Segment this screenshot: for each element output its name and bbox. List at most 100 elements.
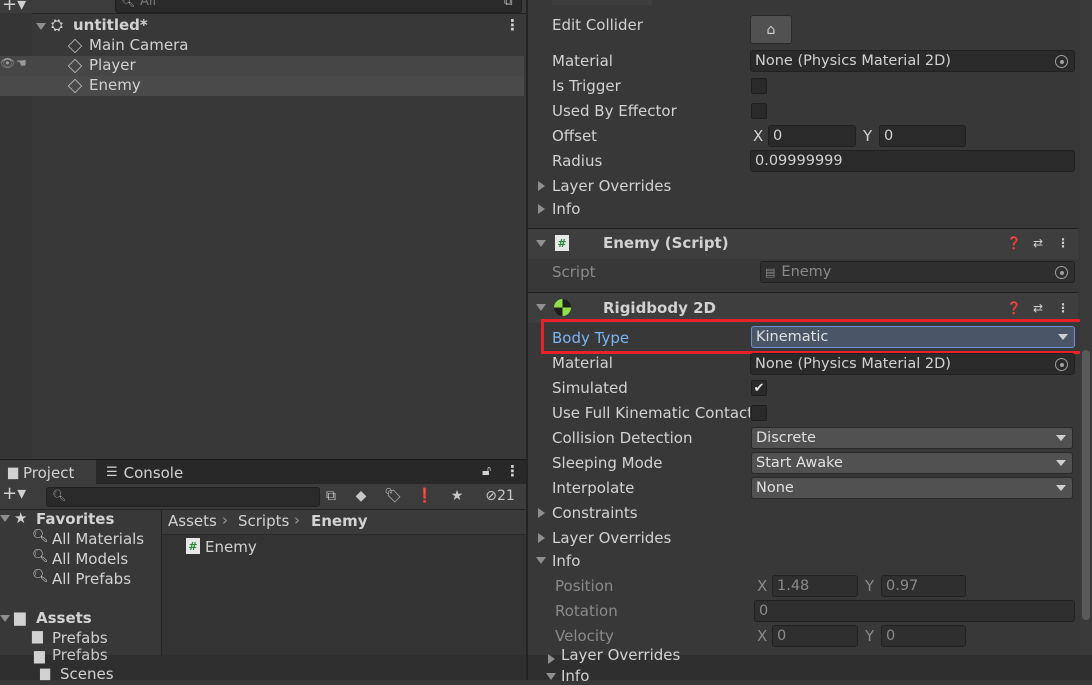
script-file-icon: ▤ xyxy=(765,265,776,279)
breadcrumb-enemy[interactable]: Enemy xyxy=(311,512,368,530)
search-icon: 🔍︎ xyxy=(121,0,135,8)
tab-menu-icon[interactable]: ⋮ xyxy=(505,462,520,480)
hidden-packages-toggle[interactable]: ⊘ 21 xyxy=(480,486,520,506)
fold-icon[interactable] xyxy=(536,304,546,311)
project-tabbar: ▆ Project ☰ Console 🔓︎ ⋮ xyxy=(0,459,526,485)
hierarchy-item-player[interactable]: 👁︎ ☚ Player xyxy=(0,56,524,76)
info-fold-icon[interactable] xyxy=(536,557,546,564)
used-by-effector-checkbox[interactable] xyxy=(751,103,767,119)
velocity-y-field: 0 xyxy=(881,625,966,647)
edit-collider-icon: ⌂ xyxy=(766,21,776,38)
fold-icon xyxy=(546,673,556,680)
component-title: Enemy (Script) xyxy=(603,234,729,252)
position-x-label: X xyxy=(757,577,768,595)
csharp-script-icon: # xyxy=(555,235,569,251)
scene-row[interactable]: ⛭ untitled* ⋮ xyxy=(0,16,524,36)
use-full-kinematic-checkbox[interactable] xyxy=(751,405,767,421)
overflow-prefabs[interactable]: Prefabs xyxy=(52,646,108,664)
constraints-fold-icon[interactable] xyxy=(538,508,545,518)
folder-icon: ▆ xyxy=(8,465,18,480)
script-value: Enemy xyxy=(781,264,832,280)
use-full-kinematic-label: Use Full Kinematic Contacts xyxy=(552,404,750,422)
search-window-icon[interactable]: ⧉ xyxy=(504,0,513,9)
script-label: Script xyxy=(552,263,596,281)
overflow-scenes[interactable]: Scenes xyxy=(60,665,114,683)
breadcrumb: Assets › Scripts › Enemy xyxy=(162,510,526,535)
project-search-input[interactable]: 🔍︎ xyxy=(46,487,320,507)
preset-icon[interactable]: ⇄ xyxy=(1030,300,1046,316)
help-icon[interactable]: ❓ xyxy=(1006,235,1022,251)
breadcrumb-assets[interactable]: Assets xyxy=(168,512,217,530)
sleeping-mode-dropdown[interactable]: Start Awake xyxy=(751,452,1073,474)
constraints-label[interactable]: Constraints xyxy=(552,504,638,522)
fold-icon[interactable] xyxy=(536,240,546,247)
info-fold-icon[interactable] xyxy=(538,204,545,214)
velocity-x-value: 0 xyxy=(777,628,787,644)
create-asset-icon[interactable]: +▾ xyxy=(2,483,26,504)
rigidbody-icon xyxy=(554,299,571,316)
search-window-icon[interactable]: ⧉ xyxy=(320,486,342,506)
simulated-checkbox[interactable]: ✔ xyxy=(751,380,767,396)
layer-overrides-label[interactable]: Layer Overrides xyxy=(552,177,671,195)
overflow-info: Info xyxy=(561,667,590,685)
enemy-script-header[interactable]: # Enemy (Script) ❓ ⇄ ⋮ xyxy=(528,228,1078,259)
object-picker-icon[interactable] xyxy=(1055,55,1068,68)
hierarchy-search[interactable]: 🔍︎ All ⧉ xyxy=(115,0,522,13)
hierarchy-item-enemy[interactable]: Enemy xyxy=(0,76,524,96)
layer-overrides-fold-icon[interactable] xyxy=(538,181,545,191)
favorites-fold-icon[interactable] xyxy=(0,515,10,522)
breadcrumb-scripts[interactable]: Scripts xyxy=(238,512,289,530)
favorite-all-prefabs[interactable]: All Prefabs xyxy=(52,570,131,588)
folder-prefabs[interactable]: Prefabs xyxy=(52,629,108,647)
scene-menu-icon[interactable]: ⋮ xyxy=(505,16,520,34)
offset-x-label: X xyxy=(753,127,764,145)
is-trigger-checkbox[interactable] xyxy=(751,78,767,94)
log-icon[interactable]: ❗ xyxy=(414,486,436,506)
offset-x-value: 0 xyxy=(773,128,783,144)
offset-x-field[interactable]: 0 xyxy=(768,125,856,147)
component-menu-icon[interactable]: ⋮ xyxy=(1055,300,1071,316)
radius-field[interactable]: 0.09999999 xyxy=(750,150,1075,172)
velocity-label: Velocity xyxy=(555,627,614,645)
filter-by-label-icon[interactable]: 🏷︎ xyxy=(382,486,404,506)
preset-icon[interactable]: ⇄ xyxy=(1030,235,1046,251)
info-label[interactable]: Info xyxy=(552,200,580,218)
scrollbar-thumb[interactable] xyxy=(1082,350,1090,620)
used-by-effector-label: Used By Effector xyxy=(552,102,677,120)
edit-collider-button[interactable]: ⌂ xyxy=(750,15,792,44)
filter-by-type-icon[interactable]: ◆ xyxy=(350,486,372,506)
scene-fold-icon[interactable] xyxy=(36,23,46,30)
help-icon[interactable]: ❓ xyxy=(1006,300,1022,316)
rb-material-field[interactable]: None (Physics Material 2D) xyxy=(750,353,1075,375)
component-menu-icon[interactable]: ⋮ xyxy=(1055,235,1071,251)
rb-layer-overrides-label[interactable]: Layer Overrides xyxy=(552,529,671,547)
tab-console[interactable]: ☰ Console xyxy=(98,460,214,485)
assets-fold-icon[interactable] xyxy=(0,615,10,622)
file-enemy[interactable]: Enemy xyxy=(205,538,257,556)
favorites-header: Favorites xyxy=(36,510,115,528)
velocity-y-value: 0 xyxy=(886,628,896,644)
search-icon: 🔍︎ xyxy=(32,569,49,584)
favorite-all-models[interactable]: All Models xyxy=(52,550,128,568)
object-picker-icon[interactable] xyxy=(1055,358,1068,371)
interpolate-dropdown[interactable]: None xyxy=(751,477,1073,499)
pickable-hand-icon[interactable]: ☚ xyxy=(16,56,27,70)
favorite-all-materials[interactable]: All Materials xyxy=(52,530,144,548)
rb-info-label[interactable]: Info xyxy=(552,552,580,570)
interpolate-value: None xyxy=(756,480,794,496)
offset-y-field[interactable]: 0 xyxy=(879,125,966,147)
hierarchy-item-main-camera[interactable]: Main Camera xyxy=(0,36,524,56)
offset-label: Offset xyxy=(552,127,598,145)
layer-overrides-fold-icon[interactable] xyxy=(538,533,545,543)
assets-header[interactable]: Assets xyxy=(36,609,92,627)
tab-project[interactable]: ▆ Project xyxy=(0,460,96,485)
visibility-eye-icon[interactable]: 👁︎ xyxy=(0,56,15,70)
collision-detection-dropdown[interactable]: Discrete xyxy=(751,427,1073,449)
material-value: None (Physics Material 2D) xyxy=(755,53,951,69)
prev-component-header xyxy=(552,0,652,5)
favorite-star-icon[interactable]: ★ xyxy=(446,486,468,506)
collider-material-field[interactable]: None (Physics Material 2D) xyxy=(750,50,1075,72)
radius-label: Radius xyxy=(552,152,603,170)
lock-icon[interactable]: 🔓︎ xyxy=(482,463,491,479)
hidden-count: 21 xyxy=(496,488,515,504)
